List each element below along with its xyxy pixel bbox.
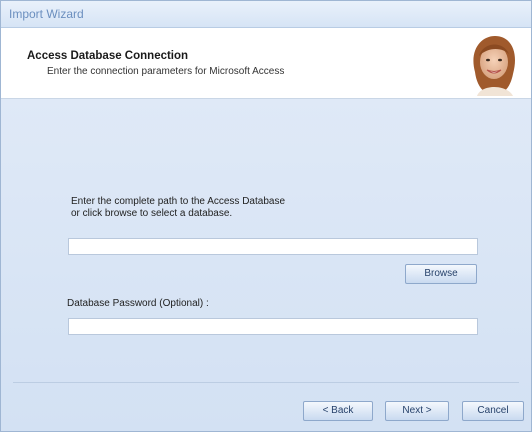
import-wizard-window: Import Wizard Access Database Connection… (0, 0, 532, 432)
next-button-label: Next > (402, 405, 432, 416)
cancel-button[interactable]: Cancel (462, 401, 524, 421)
back-button-label: < Back (322, 405, 354, 416)
page-subtitle: Enter the connection parameters for Micr… (47, 66, 285, 77)
window-title: Import Wizard (9, 7, 84, 21)
cancel-button-label: Cancel (477, 405, 509, 416)
title-bar[interactable]: Import Wizard (1, 1, 531, 28)
database-password-input[interactable] (68, 318, 478, 335)
footer-divider (13, 382, 519, 383)
database-path-input[interactable] (68, 238, 478, 255)
browse-button[interactable]: Browse (405, 264, 477, 284)
back-button[interactable]: < Back (303, 401, 373, 421)
page-title: Access Database Connection (27, 50, 189, 62)
password-label: Database Password (Optional) : (67, 298, 209, 309)
user-photo-icon (473, 36, 515, 96)
next-button[interactable]: Next > (385, 401, 449, 421)
path-prompt: Enter the complete path to the Access Da… (71, 196, 286, 219)
wizard-header: Access Database Connection Enter the con… (1, 28, 531, 99)
wizard-content: Enter the complete path to the Access Da… (1, 99, 531, 431)
browse-button-label: Browse (424, 268, 458, 279)
